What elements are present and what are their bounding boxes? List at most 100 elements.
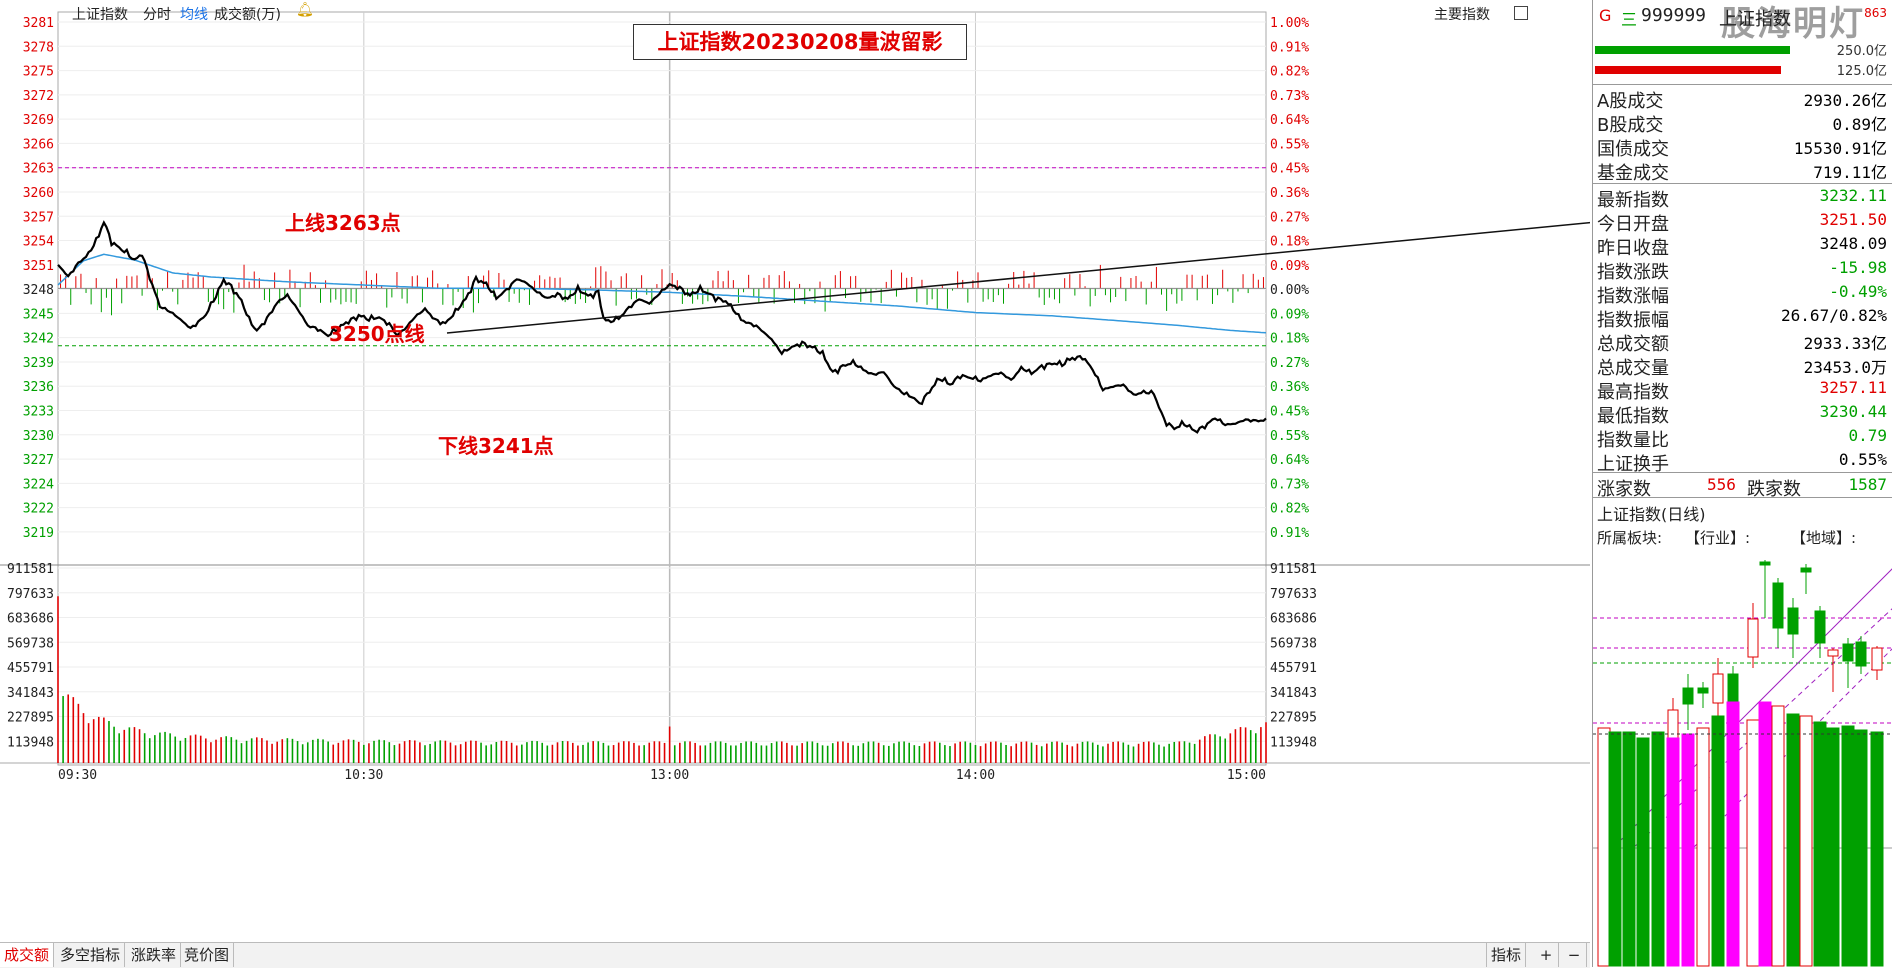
quote-row: 最新指数 3232.11: [1597, 185, 1887, 211]
price-tick-label: 3222: [23, 502, 54, 517]
percent-tick-label: 0.91%: [1270, 40, 1309, 55]
quote-row: 总成交额 2933.33亿: [1597, 329, 1887, 355]
percent-tick-label: 0.91%: [1270, 526, 1309, 541]
volume-tick-label-right: 569738: [1270, 636, 1317, 651]
quote-value: 3230.44: [1819, 402, 1887, 421]
kline-candle: [1712, 673, 1724, 704]
turnover-row: A股成交 2930.26亿: [1597, 86, 1887, 112]
percent-tick-label: 0.45%: [1270, 162, 1309, 177]
average-price-line: [57, 253, 1267, 334]
kline-volume-bar: [1826, 727, 1840, 967]
up-count: 556: [1707, 475, 1736, 494]
turnover-value: 0.89亿: [1832, 115, 1887, 134]
quote-value: 26.67/0.82%: [1781, 306, 1887, 325]
percent-tick-label: 0.27%: [1270, 356, 1309, 371]
quote-value: 3251.50: [1819, 210, 1887, 229]
volume-tick-label-right: 113948: [1270, 735, 1317, 750]
kline-candle: [1727, 673, 1739, 706]
percent-tick-label: 0.36%: [1270, 380, 1309, 395]
price-tick-label: 3239: [23, 356, 54, 371]
price-tick-label: 3230: [23, 429, 54, 444]
tab-long-short[interactable]: 多空指标: [56, 943, 126, 967]
kline-volume-bar: [1758, 701, 1772, 967]
price-tick-label: 3266: [23, 137, 54, 152]
kline-volume-bar: [1681, 733, 1695, 967]
intraday-chart: 3281 1.00%3278 0.91%3275 0.82%3272 0.73%3269…: [0, 11, 1590, 783]
quote-row: 昨日收盘 3248.09: [1597, 233, 1887, 259]
volume-tick-label-right: 341843: [1270, 686, 1317, 701]
percent-tick-label: 0.55%: [1270, 137, 1309, 152]
quote-value: 3248.09: [1819, 234, 1887, 253]
percent-tick-label: 0.73%: [1270, 477, 1309, 492]
region-link[interactable]: 【地域】:: [1791, 527, 1856, 548]
quote-row: 最低指数 3230.44: [1597, 401, 1887, 427]
price-tick-label: 3257: [23, 210, 54, 225]
chart-frame: [57, 11, 1267, 766]
kline-volume-bar: [1786, 713, 1800, 967]
quote-row: 指数涨跌 -15.98: [1597, 257, 1887, 283]
kline-volume-bar: [1854, 729, 1868, 967]
index-code: 999999: [1641, 5, 1707, 26]
volume-bar-red: [1595, 66, 1781, 74]
kline-volume-bar: [1771, 705, 1785, 967]
turnover-value: 719.11亿: [1813, 163, 1887, 182]
industry-link[interactable]: 【行业】:: [1685, 527, 1750, 548]
kline-volume-bar: [1597, 727, 1611, 967]
quote-value: 23453.0万: [1803, 358, 1887, 377]
kline-candle: [1787, 607, 1799, 635]
annotation-arrow-line: [446, 221, 1590, 334]
bell-icon[interactable]: 🔔︎: [296, 2, 314, 18]
volume-tick-label: 113948: [7, 735, 54, 750]
kline-candle: [1682, 687, 1694, 705]
zoom-out-button[interactable]: −: [1562, 943, 1587, 967]
kline-volume-bar: [1666, 737, 1680, 967]
panel-toggle-icon[interactable]: [1514, 6, 1528, 20]
price-tick-label: 3224: [23, 477, 54, 492]
quote-value: -15.98: [1829, 258, 1887, 277]
percent-tick-label: 0.82%: [1270, 65, 1309, 80]
kline-volume-bar: [1799, 715, 1813, 967]
daily-chart-title[interactable]: 上证指数(日线): [1597, 501, 1706, 525]
price-tick-label: 3219: [23, 526, 54, 541]
daily-kline-chart: [1593, 560, 1892, 967]
header-right-value-1: 863: [1864, 6, 1887, 20]
tab-junxian[interactable]: 均线: [180, 4, 208, 24]
volume-tick-label: 341843: [7, 686, 54, 701]
kline-volume-bar: [1651, 731, 1665, 967]
tab-rise-fall-rate[interactable]: 涨跌率: [127, 943, 182, 967]
kline-volume-bar: [1711, 715, 1725, 967]
price-tick-label: 3260: [23, 186, 54, 201]
quote-row: 上证换手 0.55%: [1597, 449, 1887, 475]
tab-volume[interactable]: 成交额(万): [214, 4, 281, 24]
kline-candle: [1759, 561, 1771, 566]
indicator-button[interactable]: 指标: [1486, 943, 1527, 967]
price-tick-label: 3278: [23, 40, 54, 55]
volume-tick-label: 911581: [7, 562, 54, 577]
volume-tick-label-right: 683686: [1270, 612, 1317, 627]
percent-tick-label: 0.27%: [1270, 210, 1309, 225]
time-tick-label: 10:30: [344, 768, 383, 783]
volume-tick-label: 227895: [7, 711, 54, 726]
percent-tick-label: 0.00%: [1270, 283, 1309, 298]
price-tick-label: 3245: [23, 307, 54, 322]
percent-tick-label: 0.09%: [1270, 259, 1309, 274]
volume-tick-label: 797633: [7, 587, 54, 602]
turnover-value: 15530.91亿: [1793, 139, 1887, 158]
percent-tick-label: 0.73%: [1270, 89, 1309, 104]
tab-auction-chart[interactable]: 竞价图: [180, 943, 235, 967]
index-name-label: 上证指数: [72, 7, 128, 23]
turnover-row: B股成交 0.89亿: [1597, 110, 1887, 136]
app-window: 3281 1.00% 3278 0.91% 3275 0.82% 3272 0.73% 3269…: [0, 0, 1892, 968]
main-index-button[interactable]: 主要指数: [1434, 4, 1490, 24]
watermark: 股海明灯: [1721, 4, 1865, 44]
header-right-value-2: 250.0亿: [1836, 44, 1887, 59]
kline-candle: [1855, 641, 1867, 667]
volume-tick-label-right: 797633: [1270, 587, 1317, 602]
tab-fenshi[interactable]: 分时: [143, 4, 171, 24]
tab-volume-bottom[interactable]: 成交额: [0, 943, 55, 967]
kline-candle: [1814, 610, 1826, 644]
kline-volume-bar: [1696, 727, 1710, 967]
quote-value: 2933.33亿: [1803, 334, 1887, 353]
zoom-in-button[interactable]: +: [1534, 943, 1559, 967]
quote-value: 3232.11: [1819, 186, 1887, 205]
